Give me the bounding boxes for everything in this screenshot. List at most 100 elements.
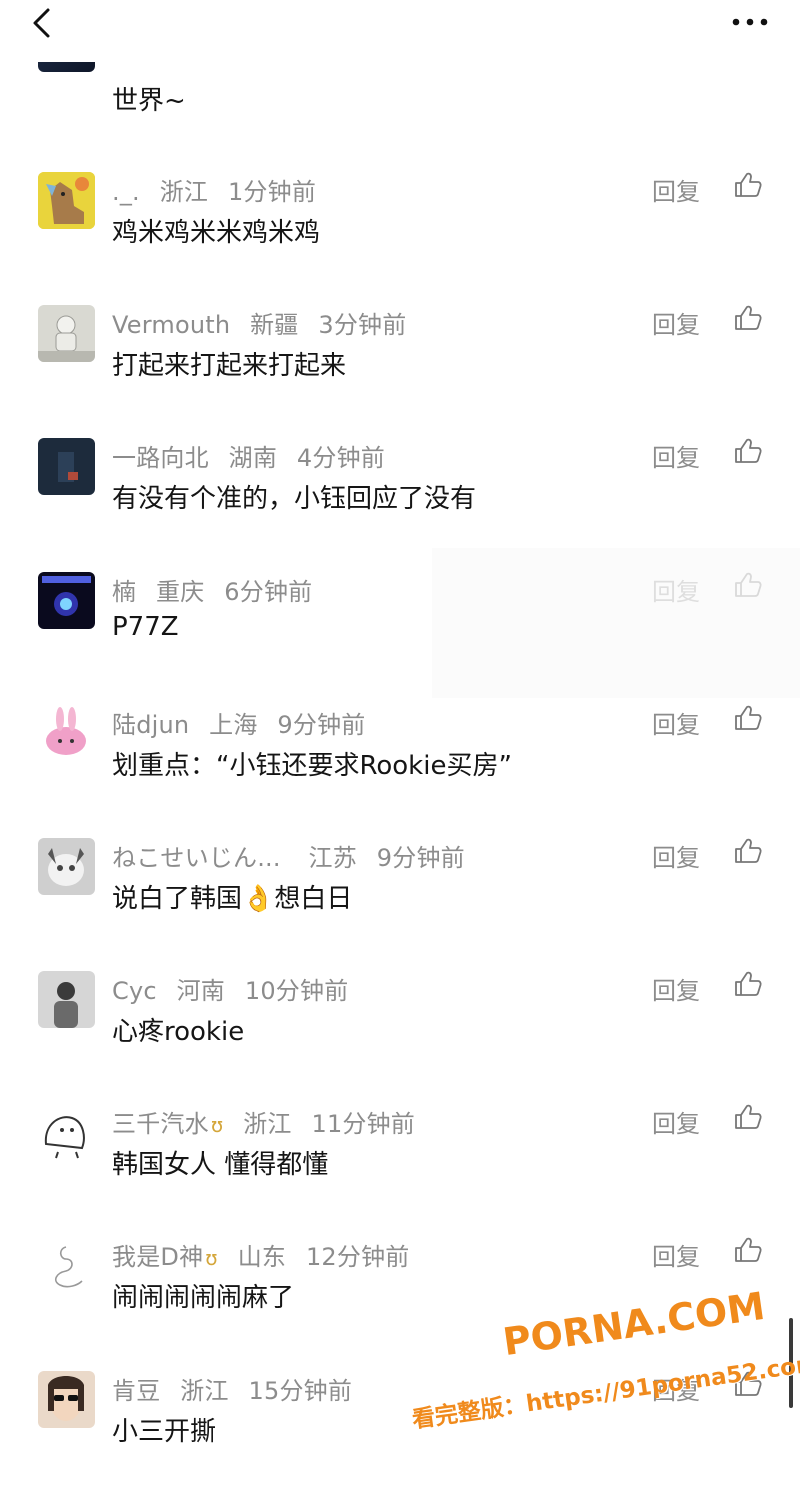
avatar[interactable] — [38, 1371, 95, 1428]
comment-content: 鸡米鸡米米鸡米鸡 — [112, 218, 321, 248]
avatar[interactable] — [38, 572, 95, 629]
avatar[interactable] — [38, 1104, 95, 1161]
person-avatar-image — [38, 971, 95, 1028]
thumbs-up-icon[interactable] — [733, 836, 763, 866]
comment-item: ねこせいじん... 江苏 9分钟前 说白了韩国👌想白日 回复 — [0, 838, 800, 958]
reply-button[interactable]: 回复 — [652, 438, 700, 473]
comment-content: P77Z — [112, 612, 179, 642]
reply-button[interactable]: 回复 — [652, 572, 700, 607]
cat-avatar-image — [38, 838, 95, 895]
user-name[interactable]: ._. — [112, 178, 140, 206]
comment-time: 3分钟前 — [318, 311, 407, 339]
user-name[interactable]: 陆djun — [112, 711, 189, 739]
comment-content: 闹闹闹闹闹麻了 — [112, 1283, 295, 1313]
user-location: 重庆 — [156, 578, 205, 606]
comment-content: 有没有个准的，小钰回应了没有 — [112, 484, 477, 514]
user-name[interactable]: ねこせいじん... — [112, 844, 281, 872]
doodle-avatar-image — [38, 1104, 95, 1161]
comment-item: ._. 浙江 1分钟前 鸡米鸡米米鸡米鸡 回复 — [0, 172, 800, 292]
comment-item: 我是D神 ʊ 山东 12分钟前 闹闹闹闹闹麻了 回复 — [0, 1237, 800, 1357]
avatar[interactable] — [38, 438, 95, 495]
comment-content: 心疼rookie — [112, 1017, 245, 1047]
user-location: 河南 — [176, 977, 226, 1005]
thumbs-up-icon[interactable] — [733, 703, 763, 733]
astronaut-avatar-image — [38, 305, 95, 362]
comment-item: Vermouth 新疆 3分钟前 打起来打起来打起来 回复 — [0, 305, 800, 425]
comment-meta: 一路向北 湖南 4分钟前 — [112, 438, 385, 473]
chevron-left-icon[interactable] — [26, 6, 60, 40]
reply-button[interactable]: 回复 — [652, 971, 700, 1006]
thumbs-up-icon[interactable] — [733, 570, 763, 600]
comment-item: 楠 重庆 6分钟前 P77Z 回复 — [0, 572, 800, 692]
reply-button[interactable]: 回复 — [652, 705, 700, 740]
comment-item: 三千汽水 ʊ 浙江 11分钟前 韩国女人 懂得都懂 回复 — [0, 1104, 800, 1224]
comment-time: 9分钟前 — [277, 711, 366, 739]
scrollbar[interactable] — [789, 1318, 793, 1408]
swirl-avatar-image — [38, 1237, 95, 1294]
reply-button[interactable]: 回复 — [652, 172, 700, 207]
reply-button[interactable]: 回复 — [652, 1371, 700, 1406]
user-name[interactable]: 肯豆 — [112, 1377, 160, 1405]
dog-avatar-image — [38, 172, 95, 229]
comment-time: 9分钟前 — [376, 844, 465, 872]
user-location: 浙江 — [159, 178, 209, 206]
user-location: 江苏 — [308, 844, 357, 872]
avatar[interactable] — [38, 305, 95, 362]
comment-time: 12分钟前 — [305, 1243, 410, 1271]
reply-button[interactable]: 回复 — [652, 1104, 700, 1139]
comment-time: 10分钟前 — [244, 977, 349, 1005]
comment-item: 肯豆 浙江 15分钟前 小三开撕 回复 — [0, 1371, 800, 1491]
reply-button[interactable]: 回复 — [652, 1237, 700, 1272]
avatar[interactable] — [38, 838, 95, 895]
user-location: 浙江 — [243, 1110, 292, 1138]
comment-meta: 陆djun 上海 9分钟前 — [112, 705, 366, 740]
thumbs-up-icon[interactable] — [733, 170, 763, 200]
thumbs-up-icon[interactable] — [733, 1235, 763, 1265]
thumbs-up-icon[interactable] — [733, 1102, 763, 1132]
user-name[interactable]: 三千汽水 — [112, 1110, 209, 1138]
user-location: 山东 — [237, 1243, 287, 1271]
user-name[interactable]: 楠 — [112, 578, 136, 606]
thumbs-up-icon[interactable] — [733, 1369, 763, 1399]
comment-time: 4分钟前 — [296, 444, 385, 472]
user-name[interactable]: Cyc — [112, 977, 157, 1005]
user-location: 新疆 — [250, 311, 299, 339]
avatar[interactable] — [38, 971, 95, 1028]
comment-item: 一路向北 湖南 4分钟前 有没有个准的，小钰回应了没有 回复 — [0, 438, 800, 558]
comment-content: 世界~ — [112, 86, 186, 116]
thumbs-up-icon[interactable] — [733, 969, 763, 999]
comment-meta: Cyc 河南 10分钟前 — [112, 971, 348, 1006]
comment-item-partial: 世界~ — [0, 36, 800, 164]
comment-meta: Vermouth 新疆 3分钟前 — [112, 305, 406, 340]
comment-time: 6分钟前 — [224, 578, 313, 606]
reply-button[interactable]: 回复 — [652, 838, 700, 873]
comment-item: 陆djun 上海 9分钟前 划重点：“小钰还要求Rookie买房” 回复 — [0, 705, 800, 825]
avatar[interactable] — [38, 172, 95, 229]
comment-list: 世界~ ._. 浙江 1分钟前 鸡米鸡米米鸡米鸡 回复 Vermouth 新疆 … — [0, 0, 800, 1447]
comment-content: 打起来打起来打起来 — [112, 351, 347, 381]
vip-badge-icon: ʊ — [205, 1246, 218, 1270]
comment-content: 划重点：“小钰还要求Rookie买房” — [112, 751, 512, 781]
comment-time: 1分钟前 — [227, 178, 317, 206]
user-name[interactable]: Vermouth — [112, 311, 230, 339]
comment-time: 11分钟前 — [311, 1110, 416, 1138]
comment-meta: 我是D神 ʊ 山东 12分钟前 — [112, 1237, 409, 1272]
comment-time: 15分钟前 — [248, 1377, 353, 1405]
reply-button[interactable]: 回复 — [652, 305, 700, 340]
avatar[interactable] — [38, 1237, 95, 1294]
comment-meta: 三千汽水 ʊ 浙江 11分钟前 — [112, 1104, 415, 1139]
neon-avatar-image — [38, 572, 95, 629]
vip-badge-icon: ʊ — [210, 1113, 224, 1137]
comment-content: 小三开撕 — [112, 1417, 217, 1447]
dark-avatar-image — [38, 438, 95, 495]
thumbs-up-icon[interactable] — [733, 436, 763, 466]
more-horizontal-icon[interactable] — [730, 8, 770, 36]
comment-content: 韩国女人 懂得都懂 — [112, 1150, 329, 1180]
avatar[interactable] — [38, 705, 95, 762]
top-nav-bar — [0, 0, 800, 62]
user-location: 湖南 — [228, 444, 278, 472]
user-location: 浙江 — [180, 1377, 229, 1405]
user-name[interactable]: 一路向北 — [112, 444, 209, 472]
thumbs-up-icon[interactable] — [733, 303, 763, 333]
user-name[interactable]: 我是D神 — [112, 1243, 203, 1271]
